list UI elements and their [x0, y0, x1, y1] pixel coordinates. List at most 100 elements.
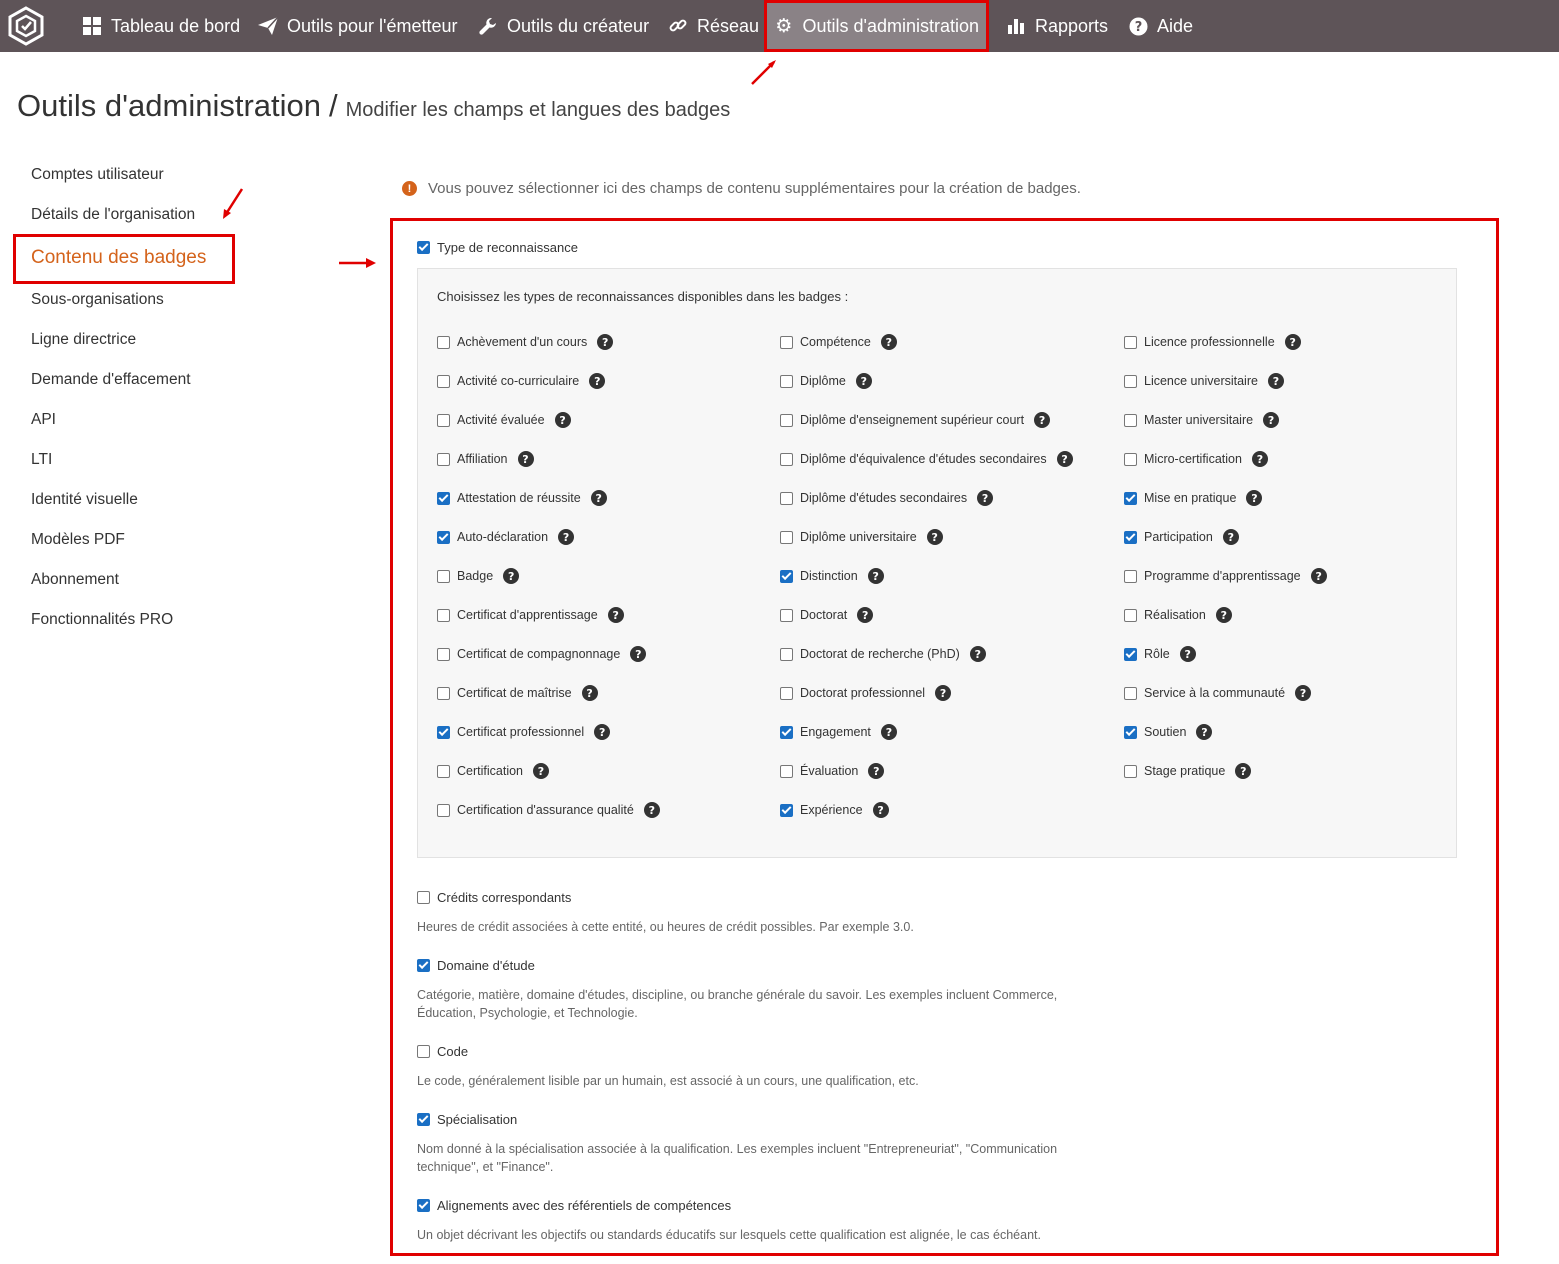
- field-toggle[interactable]: Code: [417, 1044, 468, 1059]
- recognition-type-option[interactable]: Attestation de réussite?: [437, 490, 607, 506]
- help-icon[interactable]: ?: [855, 373, 872, 389]
- recognition-type-checkbox[interactable]: [780, 569, 793, 583]
- sidebar-item-organization-details[interactable]: Détails de l'organisation: [31, 206, 195, 224]
- sidebar-item-guideline[interactable]: Ligne directrice: [31, 331, 136, 349]
- help-icon[interactable]: ?: [977, 490, 994, 506]
- recognition-type-option[interactable]: Engagement?: [780, 724, 897, 740]
- recognition-type-checkbox[interactable]: [437, 569, 450, 583]
- recognition-type-option[interactable]: Évaluation?: [780, 763, 885, 779]
- recognition-type-option[interactable]: Micro-certification?: [1124, 451, 1268, 467]
- help-icon[interactable]: ?: [1284, 334, 1301, 350]
- recognition-type-checkbox[interactable]: [780, 374, 793, 388]
- help-icon[interactable]: ?: [503, 568, 520, 584]
- recognition-type-option[interactable]: Licence professionnelle?: [1124, 334, 1301, 350]
- help-icon[interactable]: ?: [533, 763, 549, 779]
- help-icon[interactable]: ?: [1295, 685, 1312, 701]
- recognition-type-option[interactable]: Réalisation?: [1124, 607, 1232, 623]
- help-icon[interactable]: ?: [594, 724, 611, 740]
- help-icon[interactable]: ?: [935, 685, 952, 701]
- help-icon[interactable]: ?: [581, 685, 598, 701]
- recognition-type-option[interactable]: Compétence?: [780, 334, 897, 350]
- recognition-type-checkbox[interactable]: [1124, 530, 1137, 544]
- recognition-type-option[interactable]: Certificat professionnel?: [437, 724, 611, 740]
- field-checkbox[interactable]: [417, 1113, 430, 1126]
- recognition-type-option[interactable]: Affiliation?: [437, 451, 534, 467]
- recognition-type-option[interactable]: Diplôme universitaire?: [780, 529, 943, 545]
- field-toggle[interactable]: Spécialisation: [417, 1112, 517, 1127]
- nav-reports[interactable]: Rapports: [1006, 0, 1108, 52]
- recognition-type-checkbox[interactable]: [437, 491, 450, 505]
- field-toggle[interactable]: Domaine d'étude: [417, 958, 535, 973]
- recognition-type-checkbox[interactable]: [1124, 608, 1137, 622]
- help-icon[interactable]: ?: [1310, 568, 1327, 584]
- recognition-type-option[interactable]: Service à la communauté?: [1124, 685, 1312, 701]
- recognition-type-checkbox[interactable]: [437, 452, 450, 466]
- recognition-type-checkbox[interactable]: [1124, 764, 1137, 778]
- sidebar-item-pdf-templates[interactable]: Modèles PDF: [31, 531, 125, 549]
- recognition-type-option[interactable]: Mise en pratique?: [1124, 490, 1263, 506]
- recognition-type-option[interactable]: Diplôme d'études secondaires?: [780, 490, 994, 506]
- help-icon[interactable]: ?: [868, 763, 885, 779]
- help-icon[interactable]: ?: [1056, 451, 1073, 467]
- sidebar-item-user-accounts[interactable]: Comptes utilisateur: [31, 166, 164, 184]
- recognition-type-checkbox[interactable]: [437, 608, 450, 622]
- help-icon[interactable]: ?: [597, 334, 614, 350]
- recognition-type-option[interactable]: Doctorat?: [780, 607, 874, 623]
- sidebar-item-pro-features[interactable]: Fonctionnalités PRO: [31, 611, 173, 629]
- help-icon[interactable]: ?: [607, 607, 624, 623]
- sidebar-item-badge-content[interactable]: Contenu des badges: [31, 247, 206, 269]
- recognition-type-checkbox[interactable]: [1124, 413, 1137, 427]
- recognition-type-checkbox[interactable]: [780, 725, 793, 739]
- recognition-type-option[interactable]: Rôle?: [1124, 646, 1196, 662]
- recognition-type-checkbox[interactable]: [780, 764, 793, 778]
- help-icon[interactable]: ?: [517, 451, 534, 467]
- help-icon[interactable]: ?: [643, 802, 660, 818]
- recognition-type-checkbox[interactable]: [780, 452, 793, 466]
- recognition-type-checkbox[interactable]: [780, 647, 793, 661]
- recognition-type-option[interactable]: Auto-déclaration?: [437, 529, 575, 545]
- recognition-type-option[interactable]: Certificat d'apprentissage?: [437, 607, 624, 623]
- sidebar-item-api[interactable]: API: [31, 411, 56, 429]
- recognition-type-option[interactable]: Participation?: [1124, 529, 1239, 545]
- recognition-type-checkbox[interactable]: [1124, 725, 1137, 739]
- help-icon[interactable]: ?: [589, 373, 606, 389]
- help-icon[interactable]: ?: [872, 802, 889, 818]
- recognition-type-option[interactable]: Diplôme d'enseignement supérieur court?: [780, 412, 1051, 428]
- field-toggle[interactable]: Alignements avec des référentiels de com…: [417, 1198, 731, 1213]
- recognition-type-checkbox[interactable]: [1124, 686, 1137, 700]
- sidebar-item-sub-organizations[interactable]: Sous-organisations: [31, 291, 164, 309]
- recognition-type-option[interactable]: Doctorat professionnel?: [780, 685, 952, 701]
- nav-issuer-tools[interactable]: Outils pour l'émetteur: [258, 0, 458, 52]
- recognition-type-checkbox[interactable]: [437, 647, 450, 661]
- recognition-type-checkbox[interactable]: [1124, 491, 1137, 505]
- recognition-type-checkbox[interactable]: [780, 608, 793, 622]
- recognition-type-checkbox[interactable]: [780, 803, 793, 817]
- field-checkbox[interactable]: [417, 1045, 430, 1058]
- help-icon[interactable]: ?: [1235, 763, 1252, 779]
- recognition-type-checkbox[interactable]: [1124, 374, 1137, 388]
- recognition-type-option[interactable]: Master universitaire?: [1124, 412, 1280, 428]
- recognition-type-checkbox[interactable]: [780, 530, 793, 544]
- recognition-type-checkbox[interactable]: [437, 530, 450, 544]
- recognition-type-checkbox[interactable]: [437, 803, 450, 817]
- sidebar-item-subscription[interactable]: Abonnement: [31, 571, 119, 589]
- help-icon[interactable]: ?: [880, 334, 897, 350]
- recognition-type-checkbox[interactable]: [437, 413, 450, 427]
- help-icon[interactable]: ?: [554, 412, 571, 428]
- sidebar-item-visual-identity[interactable]: Identité visuelle: [31, 491, 138, 509]
- sidebar-item-erasure-request[interactable]: Demande d'effacement: [31, 371, 191, 389]
- recognition-type-checkbox[interactable]: [417, 241, 430, 254]
- recognition-type-checkbox[interactable]: [1124, 647, 1137, 661]
- help-icon[interactable]: ?: [558, 529, 575, 545]
- recognition-type-option[interactable]: Programme d'apprentissage?: [1124, 568, 1327, 584]
- field-checkbox[interactable]: [417, 1199, 430, 1212]
- nav-admin-tools[interactable]: ⚙ Outils d'administration: [764, 0, 989, 52]
- nav-network[interactable]: Réseau: [668, 0, 759, 52]
- help-icon[interactable]: ?: [1179, 646, 1196, 662]
- help-icon[interactable]: ?: [1267, 373, 1284, 389]
- recognition-type-option[interactable]: Licence universitaire?: [1124, 373, 1284, 389]
- recognition-type-option[interactable]: Certificat de compagnonnage?: [437, 646, 647, 662]
- recognition-type-option[interactable]: Certification?: [437, 763, 549, 779]
- recognition-type-option[interactable]: Diplôme d'équivalence d'études secondair…: [780, 451, 1073, 467]
- field-checkbox[interactable]: [417, 891, 430, 904]
